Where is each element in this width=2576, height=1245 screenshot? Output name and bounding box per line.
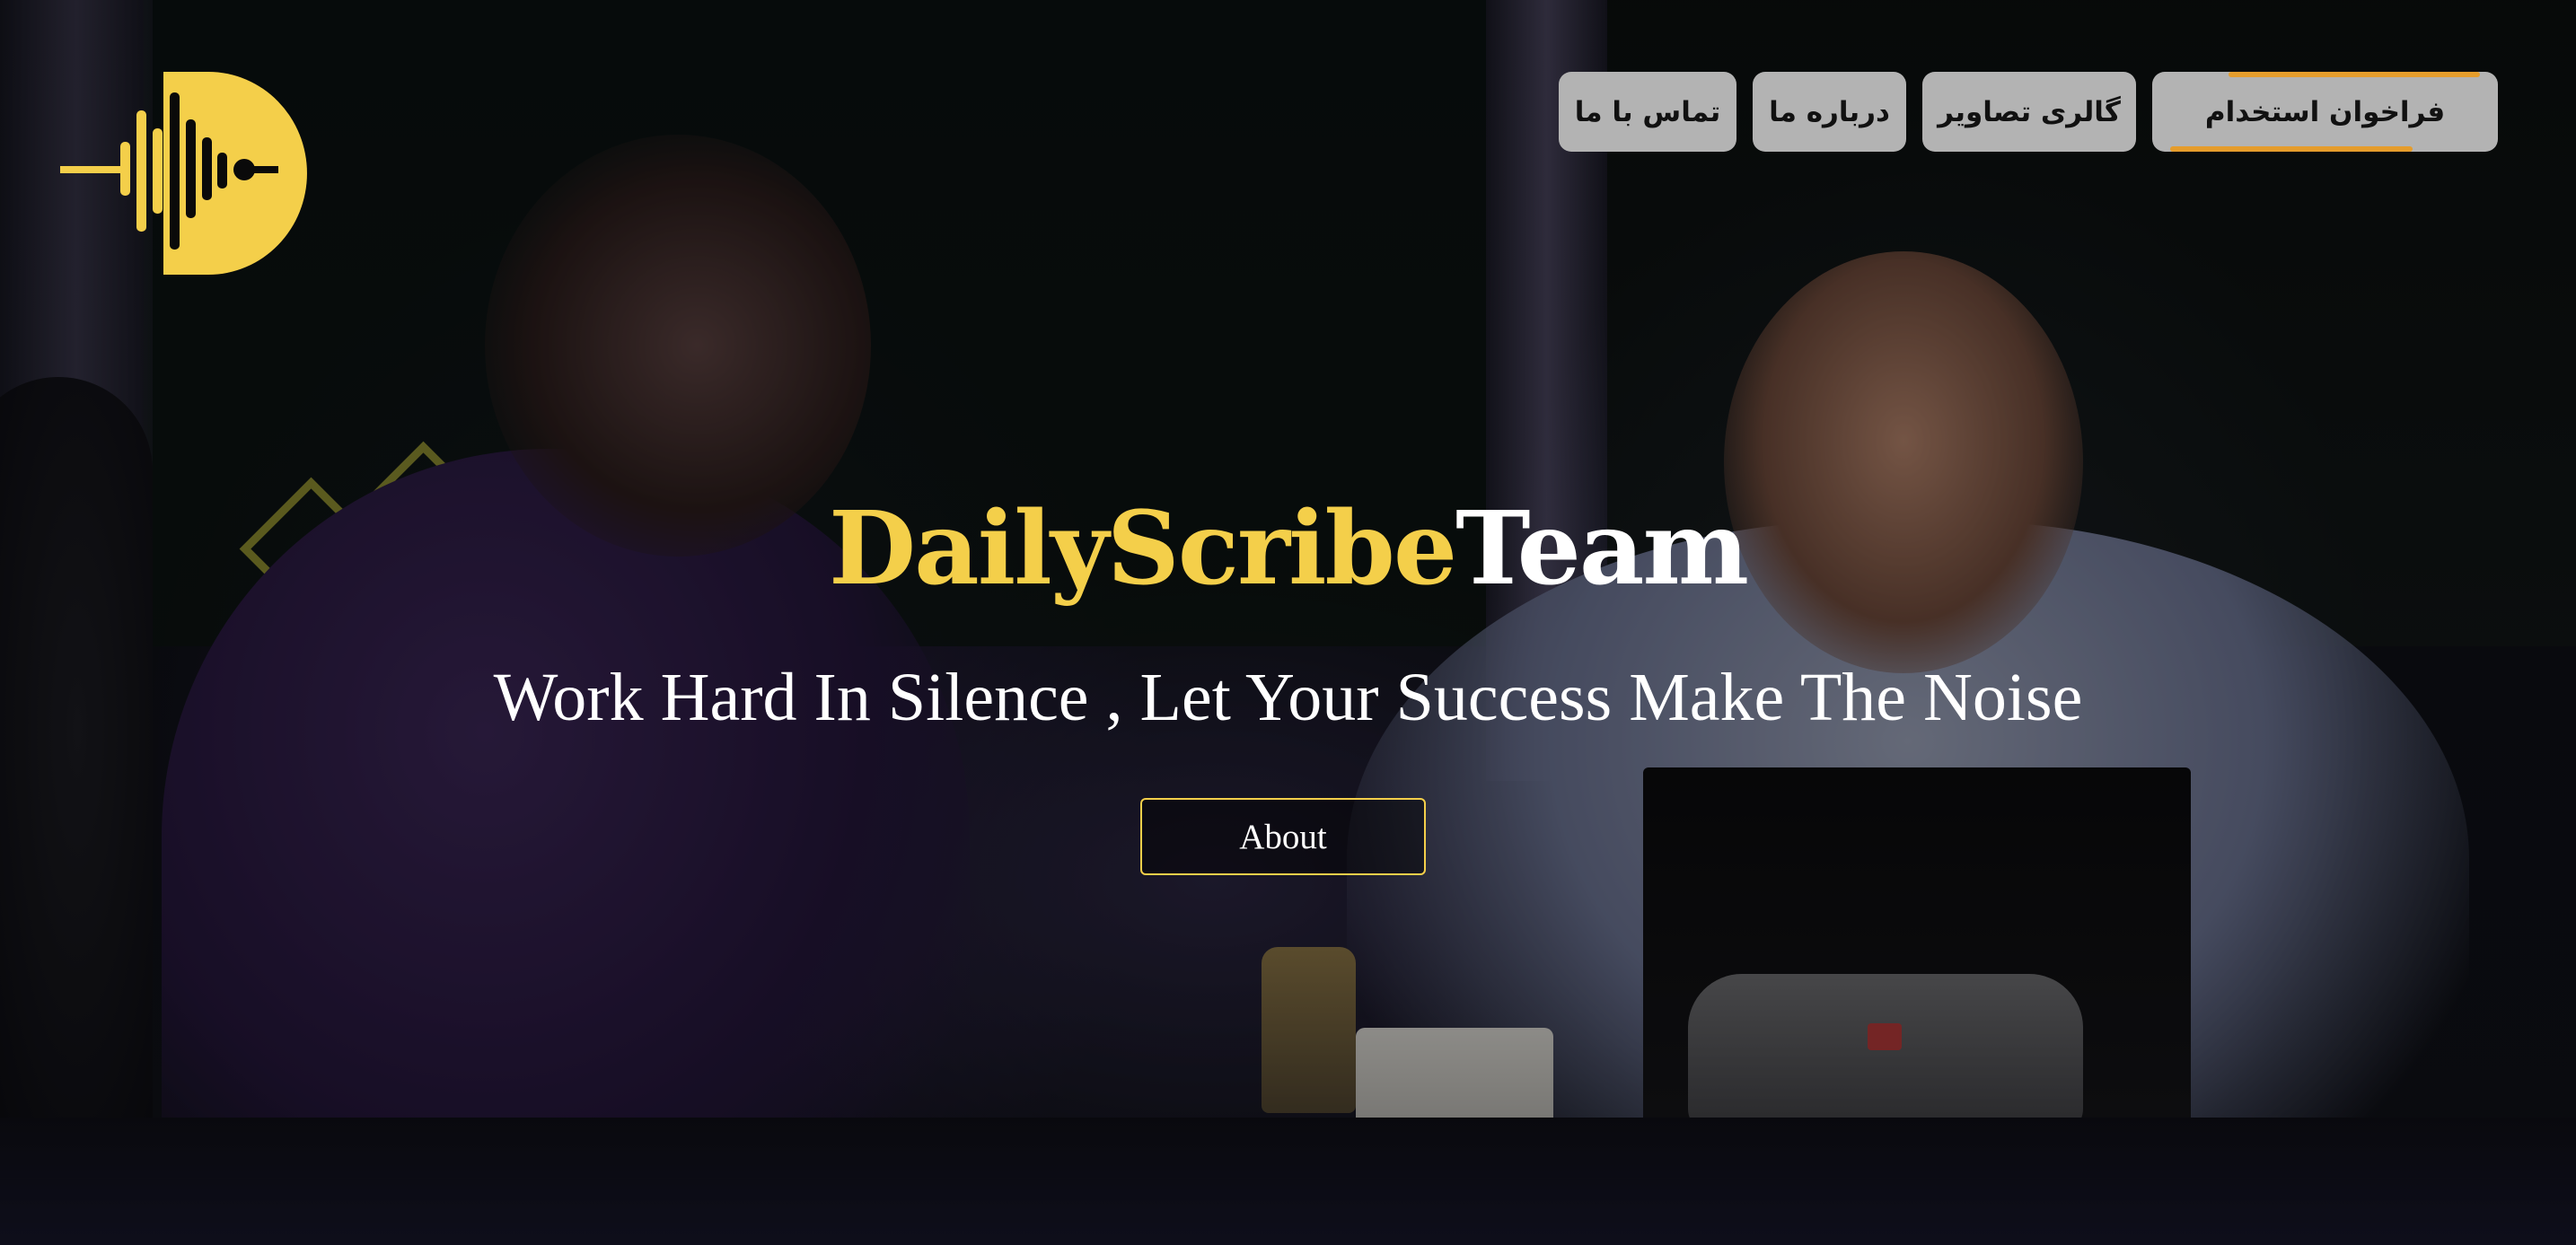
nav-about-label: درباره ما xyxy=(1769,95,1890,128)
nav-jobs-button[interactable]: فراخوان استخدام xyxy=(2152,72,2498,152)
nav-jobs-accent-top xyxy=(2229,72,2480,77)
about-button-label: About xyxy=(1239,817,1327,856)
site-logo[interactable] xyxy=(56,70,325,276)
nav-contact-button[interactable]: تماس با ما xyxy=(1559,72,1736,152)
nav-gallery-button[interactable]: گالری تصاویر xyxy=(1922,72,2136,152)
hero-title-brand: DailyScribe xyxy=(829,490,1457,608)
nav-gallery-label: گالری تصاویر xyxy=(1938,95,2121,128)
dark-overlay xyxy=(0,0,2576,1245)
hero-title-team: Team xyxy=(1455,490,1749,608)
nav-jobs-accent-bottom xyxy=(2170,146,2413,152)
about-button[interactable]: About xyxy=(1140,798,1426,875)
hero-tagline: Work Hard In Silence , Let Your Success … xyxy=(493,660,2083,735)
main-nav: تماس با ما درباره ما گالری تصاویر فراخوا… xyxy=(1559,72,2498,152)
nav-jobs-label: فراخوان استخدام xyxy=(2204,95,2446,128)
hero-title: DailyScribeTeam xyxy=(0,489,2576,609)
nav-contact-label: تماس با ما xyxy=(1574,95,1721,128)
nav-about-button[interactable]: درباره ما xyxy=(1753,72,1906,152)
waveform-d-logo-icon xyxy=(60,72,307,275)
